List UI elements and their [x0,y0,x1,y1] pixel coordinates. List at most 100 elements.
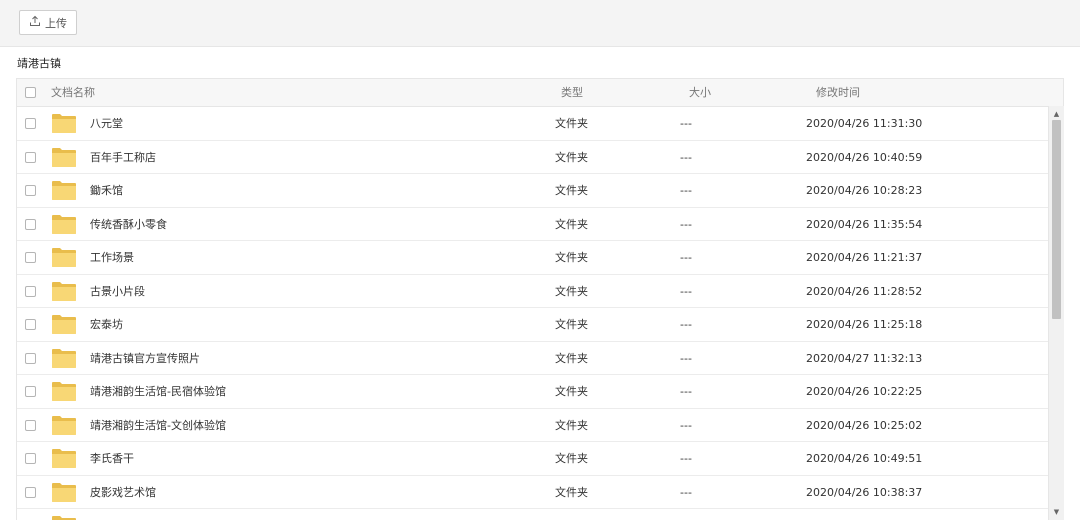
table-row[interactable]: 百年手工称店 文件夹 --- 2020/04/26 10:40:59 [17,140,1051,174]
column-header-name[interactable]: 文档名称 [51,79,95,107]
row-checkbox[interactable] [25,386,36,397]
table-body: 八元堂 文件夹 --- 2020/04/26 11:31:30 百年手工称店 文件夹 ---… [17,107,1051,520]
folder-icon [51,481,77,503]
toolbar: 上传 [0,0,1080,47]
row-size: --- [680,117,692,130]
table-row[interactable]: 传统香酥小零食 文件夹 --- 2020/04/26 11:35:54 [17,207,1051,241]
row-size: --- [680,318,692,331]
folder-icon [51,514,77,520]
table-header: 文档名称 类型 大小 修改时间 [17,79,1063,107]
row-modified: 2020/04/26 10:38:37 [806,485,923,499]
row-checkbox[interactable] [25,453,36,464]
table-row[interactable] [17,509,1051,520]
row-size: --- [680,284,692,298]
row-modified: 2020/04/26 10:28:23 [806,184,923,197]
folder-icon [51,280,77,302]
row-size: --- [680,485,692,499]
folder-icon [51,246,77,268]
row-checkbox[interactable] [25,185,36,196]
row-checkbox[interactable] [25,285,36,297]
folder-icon [51,146,77,168]
row-modified: 2020/04/26 11:21:37 [806,251,923,264]
row-checkbox[interactable] [25,486,36,498]
row-name[interactable]: 靖港湘韵生活馆-民宿体验馆 [90,375,226,408]
table-row[interactable]: 宏泰坊 文件夹 --- 2020/04/26 11:25:18 [17,308,1051,342]
row-modified: 2020/04/27 11:32:13 [806,351,923,365]
row-name[interactable]: 靖港湘韵生活馆-文创体验馆 [90,409,226,442]
column-header-size[interactable]: 大小 [689,79,711,107]
row-modified: 2020/04/26 10:40:59 [806,150,923,164]
row-modified: 2020/04/26 11:25:18 [806,318,923,331]
table-row[interactable]: 靖港湘韵生活馆-文创体验馆 文件夹 --- 2020/04/26 10:25:02 [17,408,1051,442]
row-size: --- [680,351,692,365]
file-table: 文档名称 类型 大小 修改时间 八元堂 文件夹 --- 2020/04/26 11:3… [16,78,1064,520]
table-row[interactable]: 靖港古镇官方宣传照片 文件夹 --- 2020/04/27 11:32:13 [17,341,1051,375]
row-checkbox[interactable] [25,218,36,230]
row-name[interactable]: 皮影戏艺术馆 [90,476,156,509]
row-size: --- [680,385,692,398]
row-type: 文件夹 [555,184,588,197]
row-name[interactable]: 传统香酥小零食 [90,208,167,241]
table-row[interactable]: 李氏香干 文件夹 --- 2020/04/26 10:49:51 [17,442,1051,476]
table-row[interactable]: 皮影戏艺术馆 文件夹 --- 2020/04/26 10:38:37 [17,475,1051,509]
row-checkbox[interactable] [25,151,36,163]
folder-icon [51,313,77,335]
scroll-down-arrow-icon[interactable]: ▼ [1049,506,1064,518]
upload-icon [29,15,41,30]
row-checkbox[interactable] [25,419,36,431]
row-modified: 2020/04/26 10:25:02 [806,418,923,432]
table-row[interactable]: 鋤禾馆 文件夹 --- 2020/04/26 10:28:23 [17,174,1051,208]
row-type: 文件夹 [555,117,588,130]
row-checkbox[interactable] [25,118,36,129]
vertical-scrollbar[interactable]: ▲ ▼ [1048,106,1064,520]
row-type: 文件夹 [555,217,588,231]
row-name[interactable]: 工作场景 [90,241,134,274]
folder-icon [51,179,77,201]
scroll-up-arrow-icon[interactable]: ▲ [1049,108,1064,120]
row-checkbox[interactable] [25,252,36,263]
upload-button[interactable]: 上传 [19,10,77,35]
row-checkbox[interactable] [25,319,36,330]
row-size: --- [680,217,692,231]
row-size: --- [680,418,692,432]
table-row[interactable]: 古景小片段 文件夹 --- 2020/04/26 11:28:52 [17,274,1051,308]
folder-icon [51,414,77,436]
table-row[interactable]: 工作场景 文件夹 --- 2020/04/26 11:21:37 [17,241,1051,275]
column-header-type[interactable]: 类型 [561,79,583,107]
row-name[interactable]: 靖港古镇官方宣传照片 [90,342,200,375]
row-type: 文件夹 [555,351,588,365]
row-modified: 2020/04/26 10:49:51 [806,452,923,465]
row-modified: 2020/04/26 11:28:52 [806,284,923,298]
row-name[interactable]: 鋤禾馆 [90,174,123,207]
row-type: 文件夹 [555,150,588,164]
table-row[interactable]: 靖港湘韵生活馆-民宿体验馆 文件夹 --- 2020/04/26 10:22:25 [17,375,1051,409]
column-header-modified[interactable]: 修改时间 [816,79,860,107]
breadcrumb: 靖港古镇 [17,57,61,70]
row-size: --- [680,150,692,164]
folder-icon [51,447,77,469]
row-size: --- [680,452,692,465]
row-name[interactable]: 古景小片段 [90,275,145,308]
folder-icon [51,380,77,402]
select-all-checkbox[interactable] [25,87,36,98]
folder-icon [51,213,77,235]
row-name[interactable]: 百年手工称店 [90,141,156,174]
row-name[interactable]: 八元堂 [90,107,123,140]
row-type: 文件夹 [555,318,588,331]
row-modified: 2020/04/26 11:31:30 [806,117,923,130]
row-name[interactable]: 宏泰坊 [90,308,123,341]
row-type: 文件夹 [555,284,588,298]
folder-icon [51,112,77,134]
row-type: 文件夹 [555,485,588,499]
row-name[interactable]: 李氏香干 [90,442,134,475]
upload-button-label: 上传 [45,16,67,30]
scrollbar-thumb[interactable] [1052,120,1061,319]
row-type: 文件夹 [555,418,588,432]
row-type: 文件夹 [555,452,588,465]
row-type: 文件夹 [555,385,588,398]
row-checkbox[interactable] [25,352,36,364]
row-modified: 2020/04/26 10:22:25 [806,385,923,398]
row-type: 文件夹 [555,251,588,264]
table-row[interactable]: 八元堂 文件夹 --- 2020/04/26 11:31:30 [17,107,1051,141]
row-modified: 2020/04/26 11:35:54 [806,217,923,231]
